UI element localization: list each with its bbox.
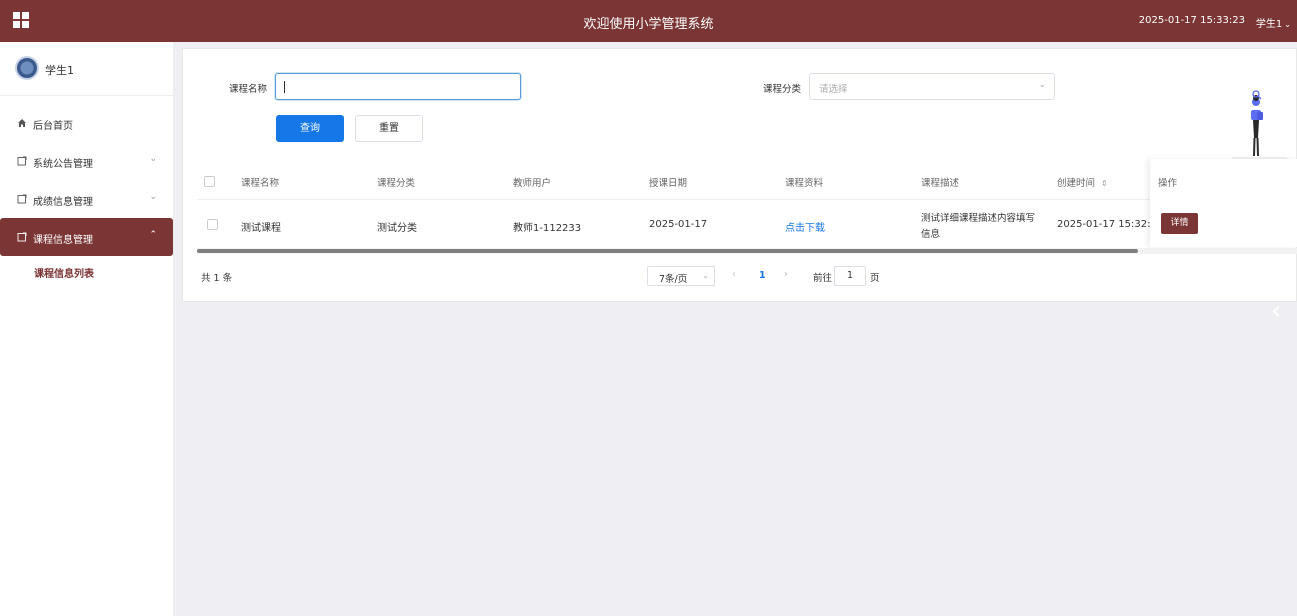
- column-header: 课程分类: [377, 178, 416, 189]
- cell-created: 2025-01-17 15:32:47: [1057, 219, 1164, 230]
- file-icon: [17, 156, 27, 166]
- sort-icon[interactable]: ⇕: [1101, 179, 1108, 188]
- profile: 学生1: [0, 42, 173, 96]
- chevron-left-icon[interactable]: ‹: [1271, 296, 1281, 326]
- chevron-down-icon: ⌄: [1284, 20, 1291, 29]
- current-datetime: 2025-01-17 15:33:23: [1138, 15, 1245, 26]
- sidebar-item-courses[interactable]: 课程信息管理 ⌃: [0, 218, 173, 256]
- sidebar-item-label: 课程信息管理: [33, 235, 93, 246]
- sidebar-item-label: 后台首页: [33, 121, 73, 132]
- header-divider: [197, 199, 1297, 200]
- course-category-label: 课程分类: [763, 84, 802, 95]
- cell-teacher: 教师1-112233: [513, 223, 582, 234]
- page-size-value: 7条/页: [659, 274, 688, 285]
- select-placeholder: 请选择: [819, 84, 848, 95]
- chevron-down-icon: ⌄: [149, 192, 157, 202]
- submenu-item-label: 课程信息列表: [34, 269, 94, 280]
- user-dropdown[interactable]: 学生1 ⌄: [1256, 15, 1291, 30]
- select-all-checkbox[interactable]: [204, 176, 215, 187]
- file-icon: [17, 232, 27, 242]
- column-header: 授课日期: [649, 178, 688, 189]
- user-name: 学生1: [1255, 19, 1283, 30]
- sidebar-item-home[interactable]: 后台首页: [0, 104, 173, 142]
- row-checkbox[interactable]: [207, 219, 218, 230]
- chevron-down-icon: ⌄: [1038, 80, 1046, 90]
- cell-description-line1: 测试详细课程描述内容填写: [921, 213, 1036, 224]
- top-bar: 欢迎使用小学管理系统 2025-01-17 15:33:23 学生1 ⌄: [0, 0, 1297, 42]
- cell-description-line2: 信息: [921, 229, 941, 240]
- sidebar: 学生1 后台首页 系统公告管理 ⌄ 成绩信息管理 ⌄ 课程信息管理 ⌃ 课程信息…: [0, 42, 174, 616]
- column-header: 课程资料: [785, 178, 824, 189]
- cell-category: 测试分类: [377, 223, 417, 234]
- app-title: 欢迎使用小学管理系统: [583, 17, 714, 32]
- goto-page-input[interactable]: 1: [834, 266, 866, 286]
- avatar: [15, 56, 39, 80]
- course-name-label: 课程名称: [229, 84, 268, 95]
- home-icon: [18, 119, 26, 127]
- cell-course-name: 测试课程: [241, 223, 281, 234]
- goto-prefix: 前往: [813, 273, 833, 284]
- sidebar-item-announcements[interactable]: 系统公告管理 ⌄: [0, 142, 173, 180]
- sidebar-item-label: 成绩信息管理: [33, 197, 93, 208]
- column-header-created[interactable]: 创建时间 ⇕: [1057, 175, 1108, 189]
- course-name-input[interactable]: [275, 73, 521, 100]
- query-button[interactable]: 查询: [276, 115, 344, 142]
- column-header: 课程描述: [921, 178, 960, 189]
- file-icon: [17, 194, 27, 204]
- column-header-action: 操作: [1158, 178, 1178, 189]
- reset-button[interactable]: 重置: [355, 115, 423, 142]
- chevron-up-icon: ⌃: [149, 230, 157, 240]
- download-link[interactable]: 点击下载: [785, 219, 825, 234]
- text-cursor: [284, 81, 285, 93]
- chevron-down-icon: ⌄: [702, 271, 709, 280]
- detail-button[interactable]: 详情: [1161, 213, 1198, 234]
- page-size-select[interactable]: 7条/页 ⌄: [647, 266, 715, 286]
- course-category-select[interactable]: 请选择 ⌄: [809, 73, 1055, 100]
- chevron-down-icon: ⌄: [149, 154, 157, 164]
- cell-date: 2025-01-17: [649, 219, 708, 230]
- next-page-icon[interactable]: ›: [784, 269, 788, 280]
- prev-page-icon[interactable]: ‹: [732, 269, 736, 280]
- column-header: 课程名称: [241, 178, 280, 189]
- horizontal-scrollbar-thumb[interactable]: [197, 249, 1138, 253]
- profile-name: 学生1: [45, 64, 74, 77]
- pagination-total: 共 1 条: [201, 273, 233, 284]
- submenu-item-course-list[interactable]: 课程信息列表: [0, 256, 173, 290]
- column-header: 教师用户: [513, 178, 552, 189]
- page-number-current[interactable]: 1: [759, 270, 766, 281]
- person-illustration: [1232, 90, 1287, 159]
- sidebar-item-grades[interactable]: 成绩信息管理 ⌄: [0, 180, 173, 218]
- goto-suffix: 页: [870, 273, 880, 284]
- main-panel: 课程名称 课程分类 请选择 ⌄ 查询 重置 课程名称 课程分类 教师用户 授课日…: [182, 48, 1297, 302]
- sidebar-item-label: 系统公告管理: [33, 159, 93, 170]
